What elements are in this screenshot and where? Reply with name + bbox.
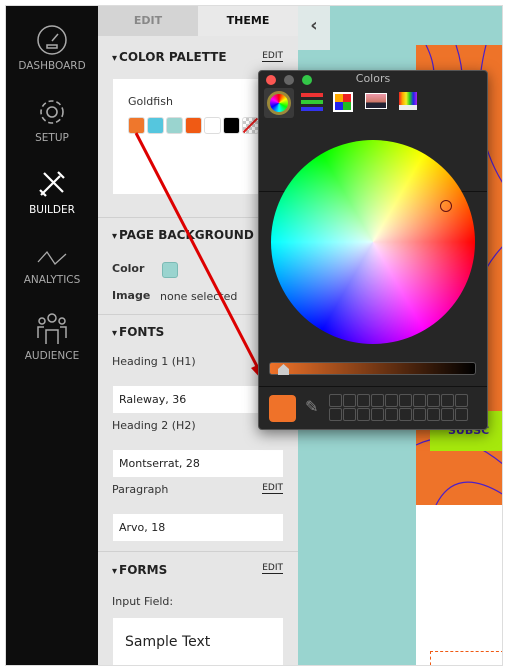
empty-swatch[interactable]	[357, 408, 370, 421]
swatch-grid[interactable]	[329, 394, 468, 421]
empty-swatch[interactable]	[427, 394, 440, 407]
empty-swatch[interactable]	[343, 408, 356, 421]
empty-swatch[interactable]	[343, 394, 356, 407]
empty-swatch[interactable]	[385, 408, 398, 421]
image-palette-icon[interactable]	[365, 93, 387, 109]
empty-swatch[interactable]	[371, 408, 384, 421]
color-wheel[interactable]	[271, 140, 475, 344]
empty-swatch[interactable]	[399, 394, 412, 407]
empty-swatch[interactable]	[329, 408, 342, 421]
color-wheel-icon	[267, 91, 291, 115]
window-title: Colors	[355, 72, 391, 85]
palettes-icon[interactable]	[333, 92, 353, 112]
empty-swatch[interactable]	[455, 394, 468, 407]
colors-window: Colors ✎	[258, 70, 488, 430]
empty-swatch[interactable]	[413, 408, 426, 421]
tab-color-wheel[interactable]	[264, 88, 294, 118]
empty-swatch[interactable]	[399, 408, 412, 421]
slider-thumb[interactable]	[278, 364, 289, 375]
empty-swatch[interactable]	[357, 394, 370, 407]
empty-swatch[interactable]	[455, 408, 468, 421]
eyedropper-icon[interactable]: ✎	[305, 397, 318, 416]
empty-swatch[interactable]	[441, 394, 454, 407]
empty-swatch[interactable]	[427, 408, 440, 421]
empty-swatch[interactable]	[329, 394, 342, 407]
selected-color-well[interactable]	[269, 395, 296, 422]
crosshair-icon[interactable]	[440, 200, 452, 212]
empty-swatch[interactable]	[371, 394, 384, 407]
empty-swatch[interactable]	[385, 394, 398, 407]
sliders-icon[interactable]	[301, 93, 323, 111]
pencils-icon[interactable]	[399, 92, 417, 110]
empty-swatch[interactable]	[441, 408, 454, 421]
empty-swatch[interactable]	[413, 394, 426, 407]
brightness-slider[interactable]	[269, 362, 476, 375]
